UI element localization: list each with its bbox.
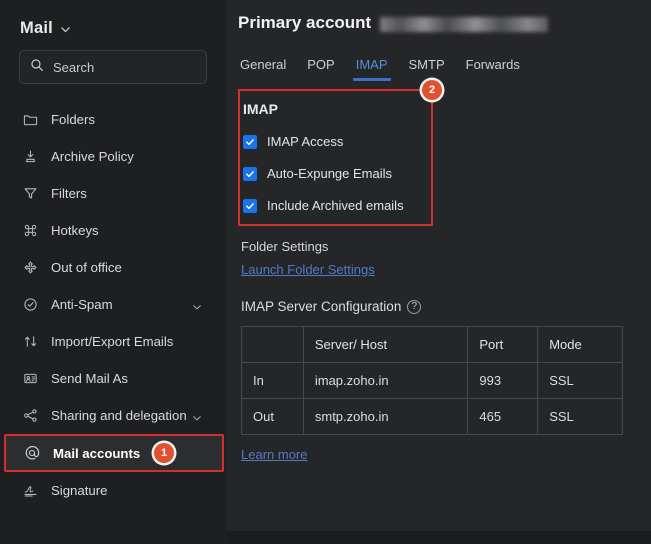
out-of-office-icon <box>22 260 38 276</box>
imap-server-configuration-label: IMAP Server Configuration <box>241 299 402 314</box>
shield-check-icon <box>22 297 38 313</box>
sidebar-item-anti-spam[interactable]: Anti-Spam <box>0 286 226 323</box>
table-header-row: Server/ Host Port Mode <box>241 326 623 363</box>
sidebar-item-label: Archive Policy <box>51 149 134 164</box>
column-header-server-host: Server/ Host <box>302 326 469 363</box>
checkbox-checked-icon[interactable] <box>243 134 257 149</box>
sidebar-item-label: Import/Export Emails <box>51 334 174 349</box>
import-export-icon <box>22 334 38 350</box>
chevron-down-icon <box>60 24 71 35</box>
sidebar-item-folders[interactable]: Folders <box>0 101 226 138</box>
window-bottom-strip <box>226 531 651 544</box>
sidebar-item-label: Sharing and delegation <box>51 408 187 423</box>
sidebar-item-import-export-emails[interactable]: Import/Export Emails <box>0 323 226 360</box>
chevron-down-icon[interactable] <box>192 411 202 421</box>
checkbox-label: Include Archived emails <box>267 198 404 213</box>
imap-settings-group: 2 IMAP IMAP Access Auto-Expunge Emails I… <box>238 80 442 226</box>
search-icon <box>30 58 44 77</box>
sidebar-item-send-mail-as[interactable]: Send Mail As <box>0 360 226 397</box>
sidebar-item-label: Send Mail As <box>51 371 128 386</box>
question-mark-icon[interactable]: ? <box>407 299 422 314</box>
sidebar-item-sharing-and-delegation[interactable]: Sharing and delegation <box>0 397 226 434</box>
tab-pop[interactable]: POP <box>307 57 334 81</box>
cell-direction: In <box>241 362 304 399</box>
sidebar-item-filters[interactable]: Filters <box>0 175 226 212</box>
sidebar-item-label: Folders <box>51 112 95 127</box>
share-icon <box>22 408 38 424</box>
command-key-icon <box>22 223 38 239</box>
filter-icon <box>22 186 38 202</box>
imap-server-configuration-title: IMAP Server Configuration ? <box>238 299 651 314</box>
settings-tabs: General POP IMAP SMTP Forwards <box>238 53 651 81</box>
at-sign-icon <box>24 445 40 461</box>
sidebar-item-mail-accounts[interactable]: Mail accounts 1 <box>4 434 224 472</box>
sidebar-item-label: Anti-Spam <box>51 297 113 312</box>
send-mail-as-icon <box>22 371 38 387</box>
sidebar-item-label: Filters <box>51 186 87 201</box>
tab-general[interactable]: General <box>240 57 286 81</box>
archive-icon <box>22 149 38 165</box>
tab-forwards[interactable]: Forwards <box>466 57 520 81</box>
tab-smtp[interactable]: SMTP <box>409 57 445 81</box>
step-badge-1: 1 <box>154 443 174 463</box>
sidebar-item-label: Hotkeys <box>51 223 99 238</box>
imap-section-title: IMAP <box>243 101 278 117</box>
checkbox-label: Auto-Expunge Emails <box>267 166 393 181</box>
account-email-redacted <box>380 16 549 32</box>
search-input[interactable]: Search <box>19 50 207 84</box>
brand-title: Mail <box>20 18 53 37</box>
cell-host: smtp.zoho.in <box>302 398 469 435</box>
sidebar: Mail Search Folders Archive Policy Filte… <box>0 0 226 544</box>
sidebar-item-hotkeys[interactable]: Hotkeys <box>0 212 226 249</box>
cell-mode: SSL <box>537 398 623 435</box>
sidebar-item-out-of-office[interactable]: Out of office <box>0 249 226 286</box>
chevron-down-icon[interactable] <box>192 300 202 310</box>
checkbox-row-auto-expunge-emails[interactable]: Auto-Expunge Emails <box>240 166 431 181</box>
cell-direction: Out <box>241 398 304 435</box>
table-row: Out smtp.zoho.in 465 SSL <box>241 398 623 435</box>
cell-port: 465 <box>467 398 539 435</box>
folder-icon <box>22 112 38 128</box>
page-title-text: Primary account <box>238 13 372 32</box>
learn-more-link[interactable]: Learn more <box>241 447 307 462</box>
checkbox-label: IMAP Access <box>267 134 344 149</box>
checkbox-checked-icon[interactable] <box>243 166 257 181</box>
sidebar-item-label: Out of office <box>51 260 122 275</box>
column-header-mode: Mode <box>537 326 623 363</box>
sidebar-item-archive-policy[interactable]: Archive Policy <box>0 138 226 175</box>
cell-port: 993 <box>467 362 539 399</box>
search-wrapper: Search <box>0 42 226 84</box>
imap-server-configuration-table: Server/ Host Port Mode In imap.zoho.in 9… <box>241 326 623 435</box>
search-placeholder: Search <box>53 59 95 75</box>
table-row: In imap.zoho.in 993 SSL <box>241 362 623 399</box>
sidebar-item-label: Signature <box>51 483 108 498</box>
brand-mail-dropdown[interactable]: Mail <box>0 0 226 42</box>
checkbox-checked-icon[interactable] <box>243 198 257 213</box>
signature-icon <box>22 483 38 499</box>
column-header-direction <box>241 326 304 363</box>
tab-imap[interactable]: IMAP <box>352 57 391 81</box>
checkbox-row-include-archived-emails[interactable]: Include Archived emails <box>240 198 431 213</box>
mail-settings-window: Mail Search Folders Archive Policy Filte… <box>0 0 651 544</box>
sidebar-item-signature[interactable]: Signature <box>0 472 226 509</box>
sidebar-nav: Folders Archive Policy Filters Hotkeys O… <box>0 101 226 509</box>
cell-host: imap.zoho.in <box>302 362 469 399</box>
step-badge-2: 2 <box>422 80 442 100</box>
folder-settings-title: Folder Settings <box>241 239 329 254</box>
checkbox-row-imap-access[interactable]: IMAP Access <box>240 134 431 149</box>
column-header-port: Port <box>467 326 539 363</box>
launch-folder-settings-link[interactable]: Launch Folder Settings <box>238 262 651 277</box>
main-content: Primary account General POP IMAP SMTP Fo… <box>226 0 651 544</box>
cell-mode: SSL <box>537 362 623 399</box>
page-title: Primary account <box>238 0 651 33</box>
sidebar-item-label: Mail accounts <box>53 445 141 461</box>
